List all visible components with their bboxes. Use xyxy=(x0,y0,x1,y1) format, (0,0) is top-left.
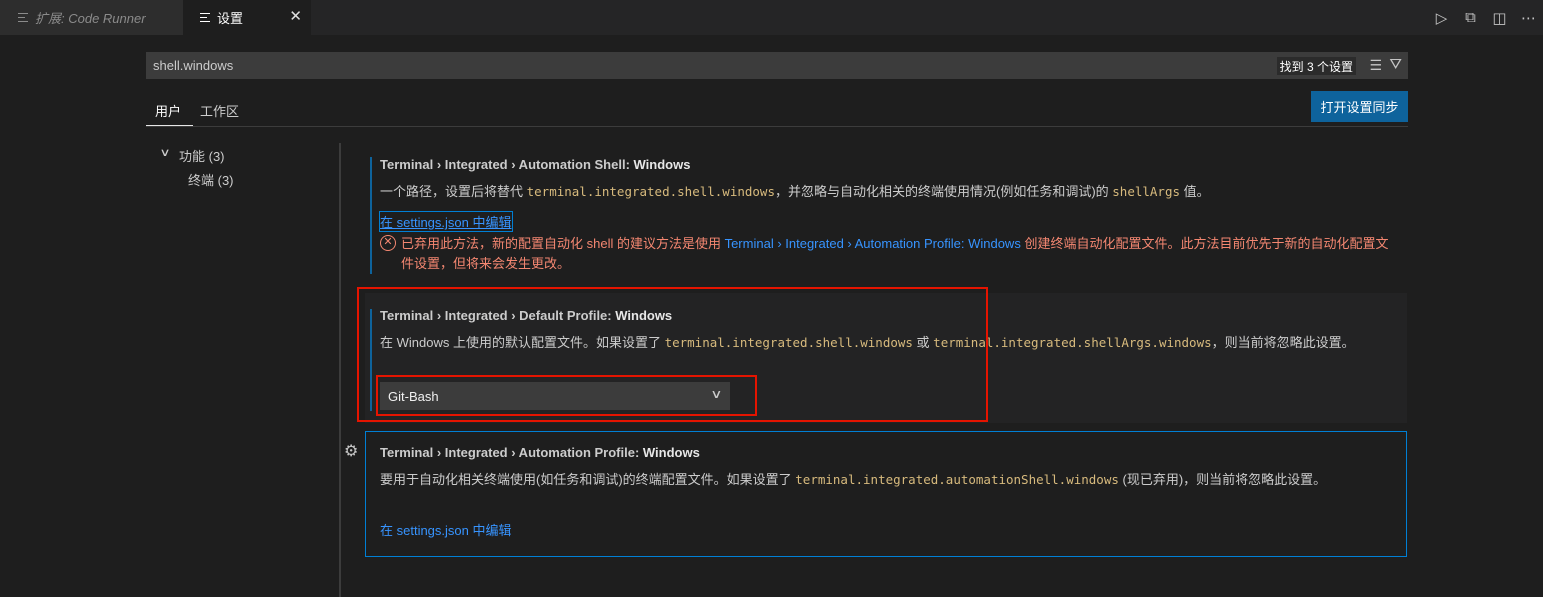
chevron-down-icon[interactable]: ∨ xyxy=(159,146,170,159)
settings-search[interactable]: shell.windows 找到 3 个设置 ☰ ⛛ xyxy=(146,52,1408,79)
filter-icon[interactable]: ⛛ xyxy=(1389,56,1402,73)
settings-sync-button[interactable]: 打开设置同步 xyxy=(1311,91,1408,122)
desc-text: 要用于自动化相关终端使用(如任务和调试)的终端配置文件。如果设置了 xyxy=(380,472,796,487)
desc-text: 值。 xyxy=(1180,184,1210,199)
code-ref: shellArgs xyxy=(1112,184,1180,199)
edit-in-settings-json-link[interactable]: 在 settings.json 中编辑 xyxy=(379,211,513,232)
setting-description: 要用于自动化相关终端使用(如任务和调试)的终端配置文件。如果设置了 termin… xyxy=(380,469,1390,490)
setting-title: Terminal › Integrated › Automation Shell… xyxy=(380,157,690,172)
setting-name: Windows xyxy=(633,157,691,172)
settings-file-icon xyxy=(200,13,210,22)
gear-icon[interactable]: ⚙ xyxy=(344,441,358,461)
setting-category: Terminal › Integrated › Automation Shell… xyxy=(380,157,634,172)
search-input[interactable]: shell.windows xyxy=(153,58,233,73)
setting-link[interactable]: Terminal › Integrated › Automation Profi… xyxy=(725,236,1021,251)
editor-actions: ▷ ⧉ ◫ ⋯ xyxy=(1433,0,1537,35)
clear-filter-icon[interactable]: ☰ xyxy=(1369,57,1382,74)
tab-label: 设置 xyxy=(217,11,244,26)
close-icon[interactable]: ✕ xyxy=(289,8,302,26)
desc-text: ，则当前将忽略此设置。 xyxy=(1211,335,1355,350)
code-ref[interactable]: terminal.integrated.automationShell.wind… xyxy=(795,472,1119,487)
setting-category: Terminal › Integrated › Automation Profi… xyxy=(380,445,643,460)
setting-description: 一个路径，设置后将替代 terminal.integrated.shell.wi… xyxy=(380,181,1390,202)
desc-text: (现已弃用)，则当前将忽略此设置。 xyxy=(1118,472,1327,487)
preview-icon xyxy=(18,13,28,22)
code-ref[interactable]: terminal.integrated.shell.windows xyxy=(527,184,775,199)
setting-name: Windows xyxy=(642,445,700,460)
edit-in-settings-json-link[interactable]: 在 settings.json 中编辑 xyxy=(380,520,512,539)
highlight-box xyxy=(376,375,757,416)
tab-code-runner[interactable]: 扩展: Code Runner xyxy=(0,0,183,35)
split-editor-icon[interactable]: ◫ xyxy=(1491,9,1508,27)
deprecation-message: 已弃用此方法，新的配置自动化 shell 的建议方法是使用 Terminal ›… xyxy=(401,234,1391,274)
tab-user[interactable]: 用户 xyxy=(155,101,181,120)
run-icon[interactable]: ▷ xyxy=(1433,9,1450,27)
tab-workspace[interactable]: 工作区 xyxy=(200,101,239,120)
modified-indicator xyxy=(370,157,372,274)
result-count-badge: 找到 3 个设置 xyxy=(1276,57,1356,75)
tab-settings[interactable]: 设置 ✕ xyxy=(183,0,311,35)
open-settings-json-icon[interactable]: ⧉ xyxy=(1462,9,1479,26)
setting-title: Terminal › Integrated › Automation Profi… xyxy=(380,445,700,460)
desc-text: 一个路径，设置后将替代 xyxy=(380,184,527,199)
toc-divider xyxy=(339,143,341,597)
tab-label: 扩展: Code Runner xyxy=(35,11,146,26)
toc-group-features[interactable]: 功能 (3) xyxy=(179,146,225,165)
active-tab-indicator xyxy=(146,125,193,126)
desc-text: ，并忽略与自动化相关的终端使用情况(例如任务和调试)的 xyxy=(774,184,1113,199)
tab-bar: 扩展: Code Runner 设置 ✕ ▷ ⧉ ◫ ⋯ xyxy=(0,0,1543,35)
deprecation-text: 已弃用此方法，新的配置自动化 shell 的建议方法是使用 xyxy=(401,236,725,251)
toc-item-terminal[interactable]: 终端 (3) xyxy=(188,170,234,189)
error-icon: ✕ xyxy=(380,235,396,251)
more-actions-icon[interactable]: ⋯ xyxy=(1520,9,1537,27)
divider xyxy=(146,126,1408,127)
